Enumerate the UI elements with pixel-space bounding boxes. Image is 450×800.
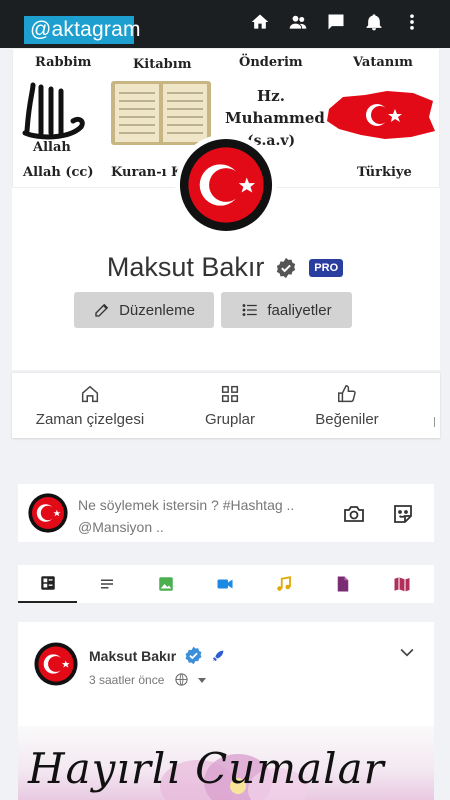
composer-avatar	[28, 493, 68, 533]
top-navbar: @aktagram	[0, 0, 450, 48]
turkey-map-flag-image	[327, 91, 435, 139]
verified-badge-icon	[185, 646, 202, 665]
composer-input[interactable]: Ne söylemek istersin ? #Hashtag .. @Mans…	[78, 494, 328, 538]
profile-avatar[interactable]	[175, 134, 277, 236]
post-time-label: 3 saatler önce	[89, 673, 165, 687]
messages-icon[interactable]	[326, 12, 346, 36]
activities-label: faaliyetler	[267, 301, 332, 319]
file-icon[interactable]	[313, 565, 372, 603]
cover-label-vatanim: Vatanım	[353, 55, 413, 70]
cover-label-turkiye: Türkiye	[357, 165, 412, 180]
privacy-dropdown-icon[interactable]	[198, 678, 207, 683]
edit-profile-button[interactable]: Düzenleme	[74, 292, 214, 328]
more-tabs-indicator	[434, 417, 438, 427]
app-logo[interactable]: @aktagram	[24, 16, 140, 44]
activities-button[interactable]: faaliyetler	[221, 292, 352, 328]
tab-timeline[interactable]: Zaman çizelgesi	[32, 383, 148, 428]
sticker-icon[interactable]	[391, 502, 415, 526]
allah-calligraphy-image	[22, 82, 85, 140]
post-card: Maksut Bakır 3 saatler önce Hayırlı Cuma…	[18, 622, 434, 800]
tab-timeline-label: Zaman çizelgesi	[35, 411, 145, 428]
home-icon[interactable]	[250, 12, 270, 36]
thumbs-up-icon	[338, 385, 356, 403]
cover-label-onderim: Önderim	[239, 55, 303, 70]
cover-label-hz: Hz.	[257, 87, 285, 105]
profile-tabs: Zaman çizelgesi Gruplar Beğeniler	[12, 372, 440, 438]
list-icon	[242, 304, 258, 316]
post-author-label: Maksut Bakır	[89, 648, 177, 664]
tab-groups-label: Gruplar	[204, 411, 256, 428]
music-icon[interactable]	[254, 565, 313, 603]
verified-badge-icon	[275, 257, 297, 279]
map-icon[interactable]	[372, 565, 431, 603]
tab-likes-label: Beğeniler	[315, 411, 379, 428]
profile-name: Maksut Bakır	[106, 252, 265, 282]
profile-name-row: Maksut Bakır PRO	[0, 252, 450, 283]
cover-label-allah-cc: Allah (cc)	[23, 165, 94, 180]
grid-icon	[221, 385, 239, 403]
edit-profile-label: Düzenleme	[119, 301, 195, 319]
rocket-icon	[212, 650, 224, 662]
post-timestamp: 3 saatler önce	[89, 672, 207, 687]
cover-label-allah: Allah	[33, 140, 71, 155]
feed-filter-tabs	[18, 565, 434, 603]
pencil-icon	[95, 303, 109, 317]
pro-badge: PRO	[309, 258, 344, 277]
text-icon[interactable]	[77, 565, 136, 603]
post-author-name[interactable]: Maksut Bakır	[89, 646, 226, 665]
friends-icon[interactable]	[288, 12, 308, 36]
camera-icon[interactable]	[342, 502, 366, 526]
cover-label-kitabim: Kitabım	[133, 57, 192, 72]
all-posts-icon[interactable]	[18, 565, 77, 603]
post-image-text: Hayırlı Cumalar	[28, 744, 385, 793]
video-icon[interactable]	[195, 565, 254, 603]
tab-groups[interactable]: Gruplar	[188, 383, 272, 428]
quran-book-image	[111, 81, 211, 145]
top-nav-icons	[250, 12, 422, 36]
post-image[interactable]: Hayırlı Cumalar	[18, 726, 434, 800]
more-vertical-icon[interactable]	[402, 12, 422, 36]
image-icon[interactable]	[136, 565, 195, 603]
turkish-flag-avatar-image	[179, 138, 273, 232]
cover-label-muhammed: Muhammed	[225, 109, 325, 127]
tab-likes[interactable]: Beğeniler	[302, 383, 392, 428]
chevron-down-icon[interactable]	[397, 642, 417, 662]
post-author-avatar[interactable]	[34, 642, 78, 686]
globe-icon[interactable]	[174, 672, 189, 687]
post-composer: Ne söylemek istersin ? #Hashtag .. @Mans…	[18, 484, 434, 542]
notifications-icon[interactable]	[364, 12, 384, 36]
home-icon	[81, 385, 99, 403]
cover-label-rabbim: Rabbim	[35, 55, 92, 70]
